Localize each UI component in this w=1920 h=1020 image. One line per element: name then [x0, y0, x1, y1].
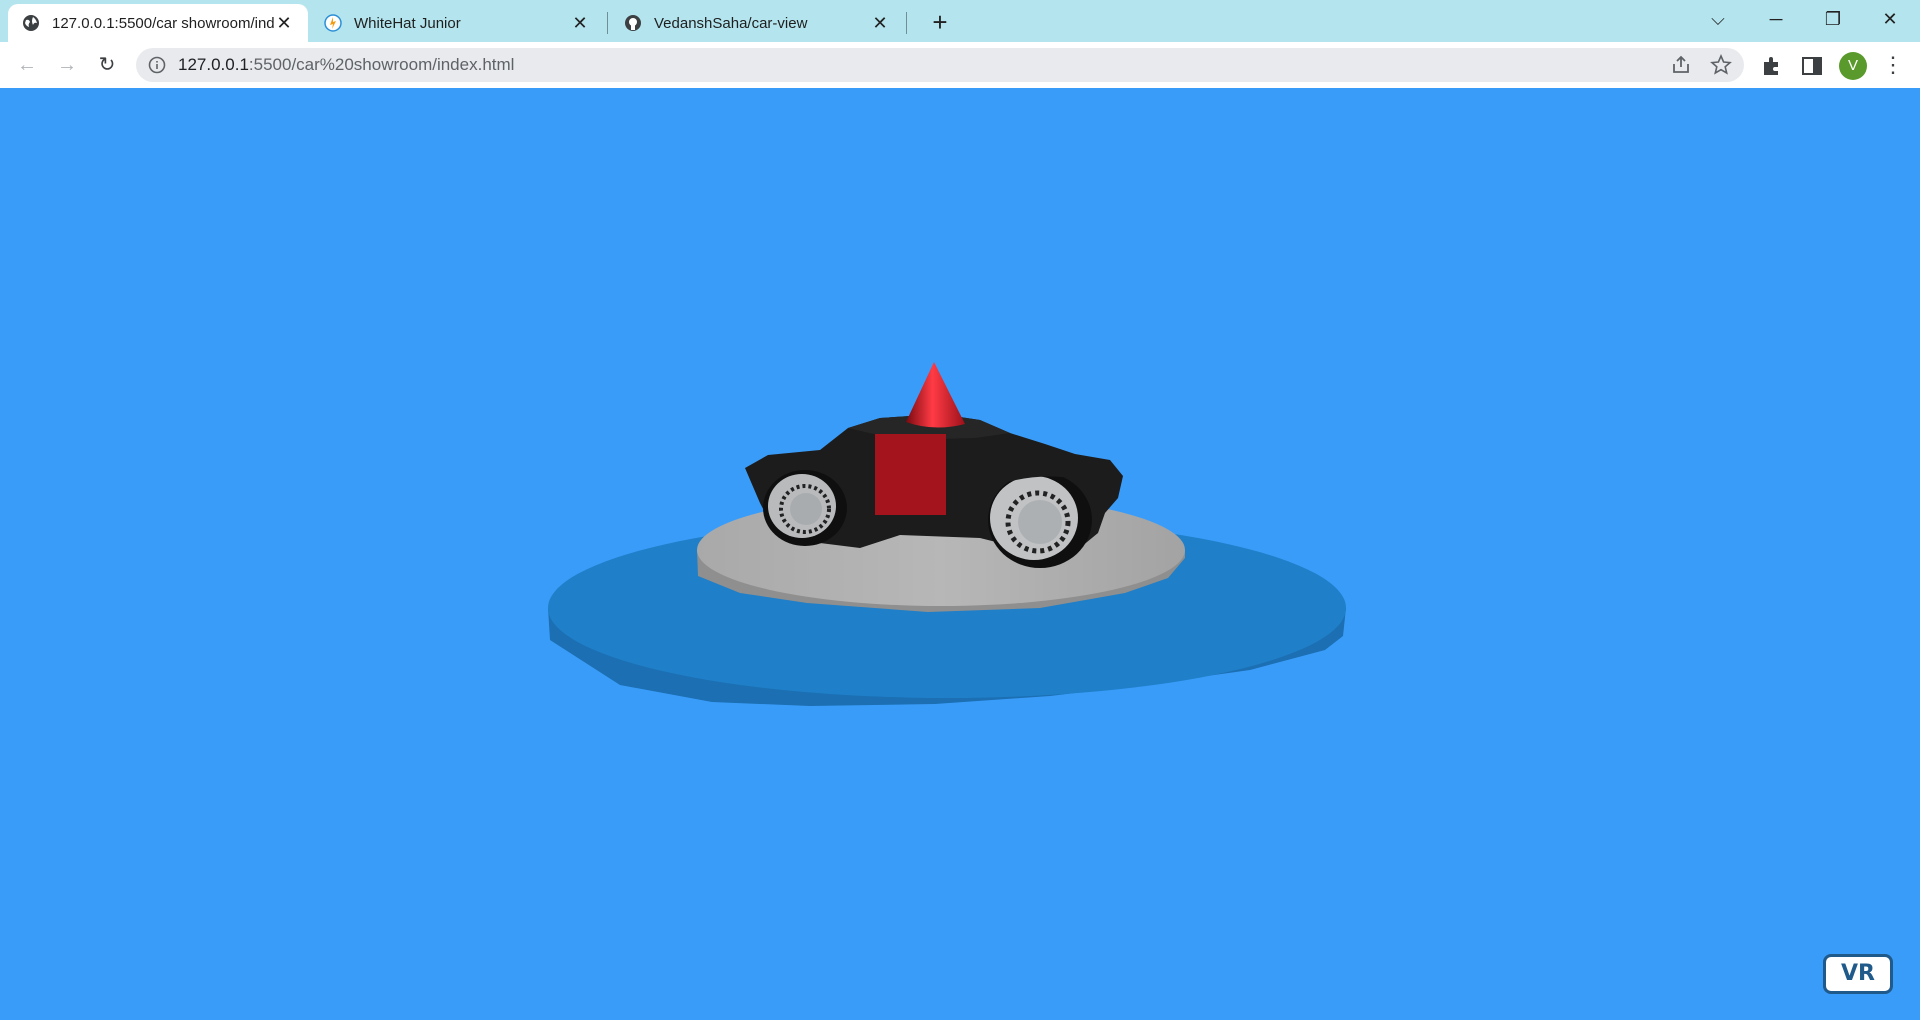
back-arrow-icon[interactable]: ←	[11, 49, 43, 81]
site-info-icon[interactable]	[148, 56, 166, 74]
close-icon[interactable]: ✕	[570, 13, 590, 34]
share-icon[interactable]	[1670, 54, 1692, 76]
tab-car-showroom[interactable]: 127.0.0.1:5500/car showroom/index.html ✕	[8, 4, 308, 42]
close-icon[interactable]: ✕	[870, 13, 890, 34]
globe-icon	[23, 15, 39, 31]
whitehat-logo-icon	[324, 14, 342, 32]
tab-separator	[906, 12, 907, 34]
tab-separator	[607, 12, 608, 34]
tab-title: VedanshSaha/car-view	[654, 14, 808, 32]
new-tab-button[interactable]: +	[924, 6, 956, 38]
reload-icon[interactable]: ↻	[91, 49, 123, 81]
red-door-panel	[875, 434, 946, 515]
browser-toolbar: ← → ↻ 127.0.0.1:5500/car%20showroom/inde…	[0, 42, 1920, 88]
window-close-button[interactable]: ✕	[1862, 0, 1918, 38]
tab-github-car-view[interactable]: VedanshSaha/car-view ✕	[610, 4, 904, 42]
tab-search-chevron-icon[interactable]: ⌵	[1690, 0, 1746, 38]
rear-wheel	[763, 470, 847, 546]
vr-mode-button[interactable]: VR	[1823, 954, 1893, 994]
red-cone	[906, 362, 965, 428]
extensions-puzzle-icon[interactable]	[1760, 54, 1784, 78]
3d-scene[interactable]	[0, 88, 1920, 1020]
tab-strip: 127.0.0.1:5500/car showroom/index.html ✕…	[0, 0, 1920, 42]
url-text: 127.0.0.1:5500/car%20showroom/index.html	[178, 48, 514, 82]
bookmark-star-icon[interactable]	[1710, 54, 1732, 76]
profile-avatar[interactable]: V	[1839, 52, 1867, 80]
github-icon	[625, 15, 641, 31]
restore-button[interactable]: ❐	[1805, 0, 1861, 38]
forward-arrow-icon[interactable]: →	[51, 49, 83, 81]
address-bar[interactable]: 127.0.0.1:5500/car%20showroom/index.html	[136, 48, 1744, 82]
url-path: :5500/car%20showroom/index.html	[248, 55, 515, 74]
front-wheel	[988, 472, 1092, 568]
menu-kebab-icon[interactable]: ⋮	[1877, 49, 1909, 81]
url-host: 127.0.0.1	[178, 55, 249, 74]
tab-title: WhiteHat Junior	[354, 14, 461, 32]
side-panel-icon[interactable]	[1800, 54, 1824, 78]
tab-whitehat-junior[interactable]: WhiteHat Junior ✕	[310, 4, 604, 42]
minimize-button[interactable]: ─	[1748, 0, 1804, 38]
webgl-viewport[interactable]: VR	[0, 88, 1920, 1020]
browser-window: 127.0.0.1:5500/car showroom/index.html ✕…	[0, 0, 1920, 1020]
tab-title: 127.0.0.1:5500/car showroom/index.html	[52, 14, 274, 32]
close-icon[interactable]: ✕	[274, 13, 294, 34]
